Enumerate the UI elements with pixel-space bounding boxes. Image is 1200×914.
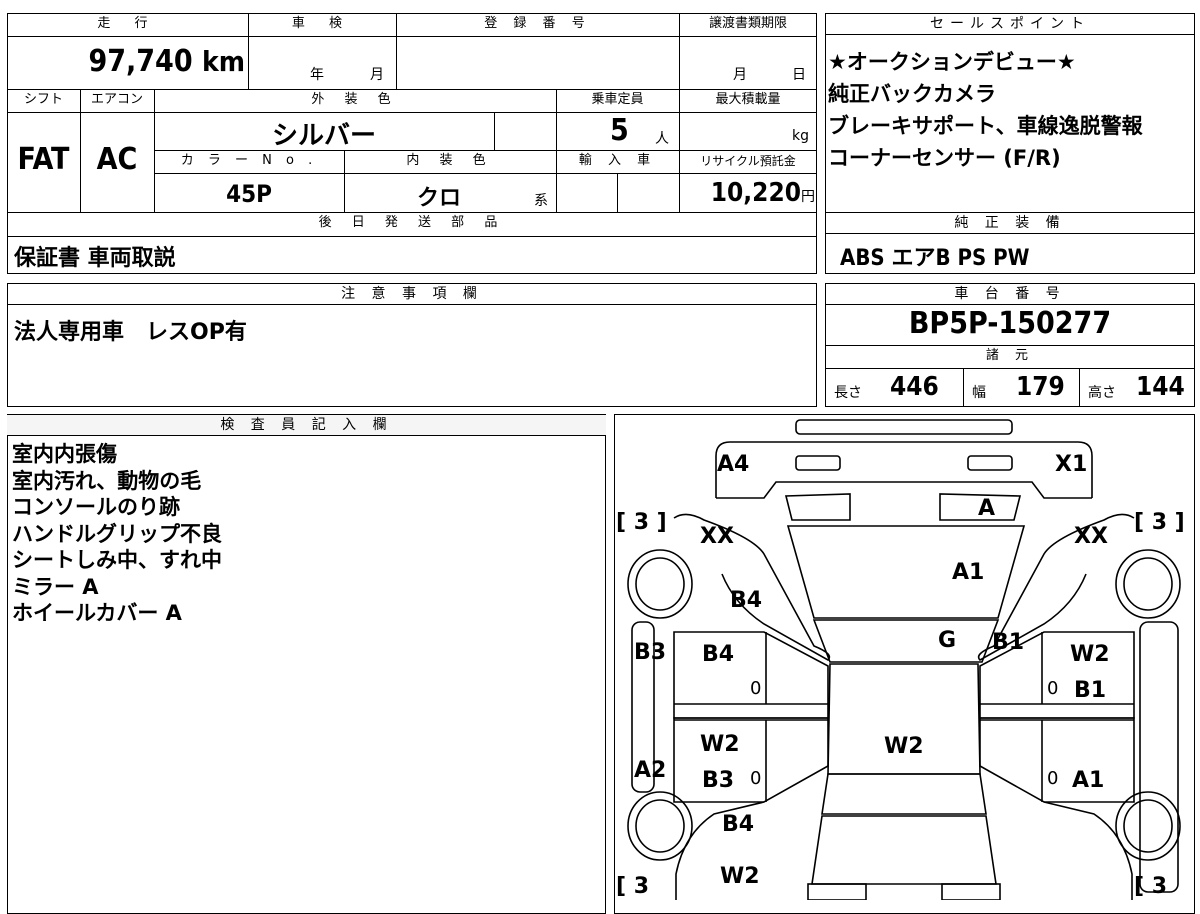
mileage-number: 97,740 — [88, 44, 193, 79]
inspector-line-2: 室内汚れ、動物の毛 — [12, 468, 202, 493]
inspection-header: 車 検 — [291, 16, 353, 31]
specs-header: 諸 元 — [985, 348, 1035, 363]
door-handle-mark-3: 0 — [750, 768, 762, 789]
mark-b3-left-sill: B3 — [634, 640, 667, 665]
transfer-month-unit: 月 — [733, 67, 747, 83]
equipment-value: ABS エアB PS PW — [840, 246, 1030, 271]
inspection-month-unit: 月 — [370, 67, 384, 83]
mark-xx-right: XX — [1074, 524, 1108, 549]
mark-xx-left: XX — [700, 524, 734, 549]
inspector-line-3: コンソールのり跡 — [12, 495, 180, 519]
notes-header: 注 意 事 項 欄 — [7, 284, 817, 305]
color-no-value: 45P — [226, 180, 272, 208]
capacity-header: 乗車定員 — [591, 92, 644, 107]
import-header: 輸 入 車 — [578, 153, 657, 168]
shift-value: FAT — [17, 142, 70, 177]
width-value: 179 — [1016, 372, 1065, 402]
sales-point-1: ★オークションデビュー★ — [828, 50, 1076, 74]
height-value: 144 — [1136, 372, 1185, 402]
interior-color-value: クロ — [416, 186, 461, 211]
tire-left-rear: [ 3 — [616, 874, 650, 899]
tire-right-front: [ 3 ] — [1134, 510, 1185, 535]
inspector-line-7: ホイールカバー A — [12, 601, 182, 625]
color-no-header: カ ラ ー N o . — [180, 153, 318, 168]
mark-b1-right-front-door: B1 — [1074, 678, 1107, 703]
mark-x1: X1 — [1055, 452, 1088, 477]
sales-points-header: セールスポイント — [825, 14, 1195, 35]
tire-left-front: [ 3 ] — [616, 510, 667, 535]
transfer-deadline-header: 譲渡書類期限 — [708, 16, 787, 31]
mark-b1-pillar: B1 — [992, 630, 1025, 655]
shift-header: シフト — [23, 92, 63, 107]
inspector-header: 検 査 員 記 入 欄 — [7, 415, 606, 436]
transfer-day-unit: 日 — [792, 67, 806, 83]
mileage-value: 97,740 km — [7, 44, 245, 79]
capacity-unit: 人 — [655, 131, 669, 147]
width-label: 幅 — [972, 385, 986, 401]
mark-w2-left-rear-door: W2 — [700, 732, 740, 757]
recycle-fee-number: 10,220 — [710, 178, 801, 208]
height-label: 高さ — [1088, 385, 1116, 401]
inspector-list: 室内内張傷 室内汚れ、動物の毛 コンソールのり跡 ハンドルグリップ不良 シートし… — [12, 441, 222, 627]
recycle-fee-unit: 円 — [801, 189, 815, 205]
max-load-header: 最大積載量 — [715, 92, 781, 107]
interior-suffix: 系 — [534, 193, 548, 209]
registration-header: 登 録 番 号 — [484, 16, 591, 31]
inspection-year-unit: 年 — [310, 67, 324, 83]
inspector-line-6: ミラー A — [12, 574, 99, 599]
mileage-header: 走 行 — [97, 16, 158, 31]
inspector-line-5: シートしみ中、すれ中 — [12, 548, 222, 572]
mark-b4-left-fender: B4 — [730, 588, 763, 613]
mark-a1-right-rear-door: A1 — [1072, 768, 1105, 793]
capacity-value: 5 — [610, 113, 629, 148]
door-handle-mark-2: 0 — [1047, 678, 1059, 699]
interior-color-header: 内 装 色 — [406, 153, 494, 168]
mark-b4-left-front-door: B4 — [702, 642, 735, 667]
mark-b4-left-quarter: B4 — [722, 812, 755, 837]
sales-points-list: ★オークションデビュー★ 純正バックカメラ ブレーキサポート、車線逸脱警報 コー… — [828, 46, 1143, 174]
sales-point-2: 純正バックカメラ — [828, 82, 996, 106]
recycle-fee-header: リサイクル預託金 — [700, 154, 796, 168]
door-handle-mark-4: 0 — [1047, 768, 1059, 789]
mark-b3-left-rear-door: B3 — [702, 768, 735, 793]
max-load-unit: kg — [792, 128, 809, 144]
mark-w2-roof: W2 — [884, 734, 924, 759]
exterior-color-value: シルバー — [271, 121, 376, 151]
door-handle-mark-1: 0 — [750, 678, 762, 699]
aircon-value: AC — [96, 142, 138, 177]
sales-point-4: コーナーセンサー (F/R) — [828, 146, 1061, 170]
mark-w2-right-front-door: W2 — [1070, 642, 1110, 667]
inspector-line-1: 室内内張傷 — [12, 442, 117, 466]
later-parts-header: 後 日 発 送 部 品 — [318, 215, 506, 230]
mark-a1-hood: A1 — [952, 560, 985, 585]
sales-point-3: ブレーキサポート、車線逸脱警報 — [828, 114, 1143, 138]
later-parts-value: 保証書 車両取説 — [14, 246, 176, 271]
aircon-header: エアコン — [90, 92, 143, 107]
notes-value: 法人専用車 レスOP有 — [14, 320, 247, 345]
mark-a-headlight: A — [978, 496, 996, 521]
length-value: 446 — [890, 372, 939, 402]
chassis-header: 車 台 番 号 — [825, 284, 1195, 305]
mark-g-windshield: G — [938, 628, 957, 653]
mark-a4: A4 — [717, 452, 750, 477]
exterior-color-header: 外 装 色 — [311, 92, 399, 107]
mark-w2-left-bottom: W2 — [720, 864, 760, 889]
chassis-number: BP5P-150277 — [908, 306, 1112, 341]
mileage-unit: km — [202, 45, 245, 78]
length-label: 長さ — [834, 385, 862, 401]
tire-right-rear: [ 3 — [1134, 874, 1168, 899]
recycle-fee-value: 10,220円 — [679, 178, 815, 208]
equipment-header: 純 正 装 備 — [825, 213, 1195, 234]
inspector-line-4: ハンドルグリップ不良 — [12, 521, 222, 546]
mark-a2-left-sill: A2 — [634, 758, 667, 783]
